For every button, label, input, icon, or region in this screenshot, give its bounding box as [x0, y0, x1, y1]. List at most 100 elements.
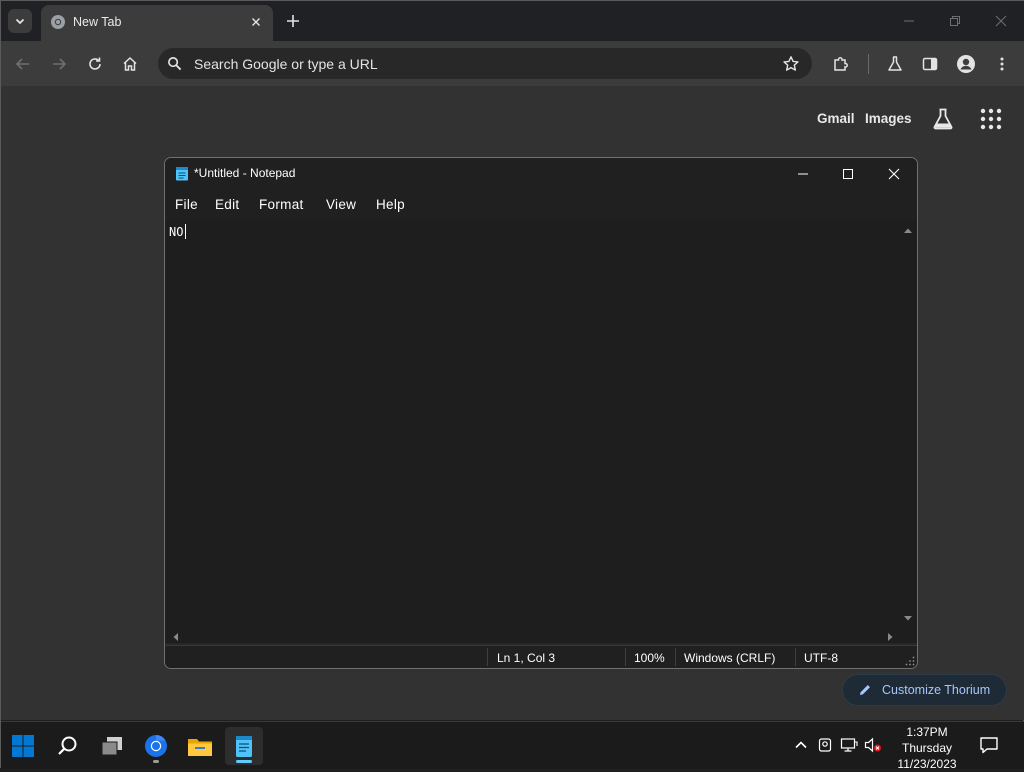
images-link[interactable]: Images [865, 111, 912, 126]
status-zoom: 100% [634, 651, 665, 665]
camera-icon [818, 738, 832, 752]
status-encoding: UTF-8 [804, 651, 838, 665]
restore-icon [950, 16, 960, 26]
toolbar-separator [868, 54, 869, 74]
screen: New Tab Search Google or type a URL Gmai… [0, 0, 1024, 771]
scroll-down-arrow-icon[interactable] [903, 613, 913, 623]
clock-day: Thursday [901, 741, 953, 755]
google-apps-grid-icon[interactable] [979, 107, 1003, 131]
notepad-statusbar: Ln 1, Col 3 100% Windows (CRLF) UTF-8 [165, 645, 917, 668]
labs-flask-icon[interactable] [931, 107, 955, 131]
labs-button[interactable] [884, 53, 906, 75]
browser-tabstrip: New Tab [1, 1, 1024, 41]
home-icon [123, 56, 137, 71]
omnibox[interactable]: Search Google or type a URL [158, 48, 812, 79]
notepad-title: *Untitled - Notepad [194, 166, 296, 180]
notepad-app-icon [176, 167, 188, 181]
flask-icon [888, 56, 902, 71]
more-vertical-icon [1000, 57, 1004, 71]
reload-icon [89, 57, 101, 70]
text-caret [185, 224, 186, 239]
active-indicator [236, 760, 252, 763]
menu-format[interactable]: Format [259, 197, 304, 212]
notepad-maximize-button[interactable] [833, 163, 863, 185]
tray-volume[interactable] [864, 736, 882, 754]
home-button[interactable] [119, 53, 141, 75]
browser-close-button[interactable] [991, 11, 1011, 31]
clock-date: 11/23/2023 [897, 757, 957, 771]
browser-restore-button[interactable] [945, 11, 965, 31]
menu-edit[interactable]: Edit [215, 197, 239, 212]
tray-network[interactable] [840, 736, 858, 754]
bookmark-star-icon[interactable] [782, 55, 800, 73]
chevron-down-icon [15, 18, 25, 25]
notepad-minimize-button[interactable] [788, 163, 818, 185]
show-hidden-icons-button[interactable] [792, 736, 810, 754]
back-button[interactable] [12, 53, 34, 75]
resize-grip-icon[interactable] [905, 656, 915, 666]
scroll-right-arrow-icon[interactable] [885, 632, 895, 642]
chevron-up-icon [795, 741, 807, 749]
maximize-icon [843, 169, 853, 179]
browser-menu-button[interactable] [991, 53, 1013, 75]
arrow-left-icon [15, 58, 29, 70]
notepad-icon [236, 736, 252, 757]
running-indicator [153, 760, 159, 763]
scroll-left-arrow-icon[interactable] [171, 632, 181, 642]
puzzle-piece-icon [834, 57, 848, 71]
tray-meet-now[interactable] [816, 736, 834, 754]
taskbar-search-button[interactable] [49, 727, 87, 765]
clock-time: 1:37PM [906, 725, 948, 739]
close-icon [252, 18, 260, 26]
customize-label: Customize Thorium [882, 683, 991, 697]
notepad-text-area[interactable]: NO [165, 221, 917, 643]
status-divider [625, 648, 626, 666]
plus-icon [287, 15, 299, 27]
notepad-titlebar[interactable]: *Untitled - Notepad [165, 158, 917, 189]
omnibox-placeholder: Search Google or type a URL [194, 56, 378, 72]
status-divider [795, 648, 796, 666]
side-panel-button[interactable] [919, 53, 941, 75]
close-icon [888, 168, 900, 180]
task-view-icon [101, 737, 122, 756]
chrome-icon [145, 735, 167, 757]
status-divider [487, 648, 488, 666]
task-view-button[interactable] [93, 727, 131, 765]
taskbar-clock[interactable]: 1:37PM Thursday 11/23/2023 [889, 724, 965, 772]
close-icon [995, 15, 1007, 27]
tab-title: New Tab [73, 15, 122, 29]
forward-button[interactable] [48, 53, 70, 75]
search-icon [168, 57, 182, 71]
taskbar-notepad[interactable] [225, 727, 263, 765]
start-button[interactable] [4, 727, 42, 765]
windows-logo-icon [12, 735, 34, 757]
file-explorer-icon [188, 739, 212, 756]
reload-button[interactable] [84, 53, 106, 75]
tab-close-button[interactable] [248, 14, 264, 30]
browser-toolbar: Search Google or type a URL [1, 41, 1024, 86]
customize-button[interactable]: Customize Thorium [842, 674, 1007, 706]
browser-minimize-button[interactable] [899, 11, 919, 31]
pencil-icon [860, 685, 870, 695]
notepad-close-button[interactable] [879, 163, 909, 185]
extensions-button[interactable] [830, 53, 852, 75]
notepad-content: NO [169, 225, 184, 239]
tab-search-button[interactable] [8, 9, 32, 33]
arrow-right-icon [53, 58, 67, 70]
menu-help[interactable]: Help [376, 197, 405, 212]
scroll-up-arrow-icon[interactable] [903, 226, 913, 236]
volume-muted-icon [864, 737, 881, 753]
menu-file[interactable]: File [175, 197, 198, 212]
network-icon [840, 738, 858, 752]
menu-view[interactable]: View [326, 197, 356, 212]
gmail-link[interactable]: Gmail [817, 111, 855, 126]
taskbar-chrome[interactable] [137, 727, 175, 765]
taskbar-file-explorer[interactable] [181, 727, 219, 765]
status-divider [675, 648, 676, 666]
new-tab-button[interactable] [283, 11, 303, 31]
profile-button[interactable] [955, 53, 977, 75]
side-panel-icon [922, 57, 938, 71]
notification-center-icon[interactable] [979, 735, 999, 755]
notepad-window: *Untitled - Notepad File Edit Format Vie… [164, 157, 918, 669]
tab-new-tab[interactable]: New Tab [41, 5, 273, 41]
